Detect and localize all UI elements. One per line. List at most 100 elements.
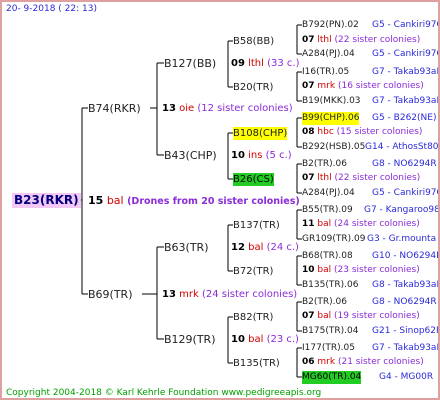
origin-info: G21 - Sinop62R xyxy=(372,326,440,336)
gen-number: 07 xyxy=(302,173,315,183)
queen-b108[interactable]: B108(CHP) xyxy=(233,127,288,140)
queen-b137[interactable]: B137(TR) xyxy=(233,219,280,232)
gen-number: 15 xyxy=(88,194,104,207)
queen-b26[interactable]: B26(CS) xyxy=(233,173,274,186)
queen-l4-12[interactable]: B2(TR).06 xyxy=(302,296,347,309)
drone-info-b82: 07 bal (19 sister colonies) xyxy=(302,310,420,323)
colony-note: (24 c.) xyxy=(266,242,299,253)
origin-info: G8 - NO6294R xyxy=(372,297,437,307)
queen-l4-8[interactable]: B55(TR).09 xyxy=(302,204,353,217)
gen-number: 13 xyxy=(162,103,176,114)
drone-info-b43: 10 ins (5 c.) xyxy=(231,149,292,162)
gen-number: 07 xyxy=(302,311,315,321)
queen-l4-1[interactable]: A284(PJ).04 xyxy=(302,48,355,61)
drone-info-b69: 13 mrk (24 sister colonies) xyxy=(162,288,297,301)
drone-note: (Drones from 20 sister colonies) xyxy=(127,196,300,207)
drone-info-b20: 07 mrk (16 sister colonies) xyxy=(302,80,424,93)
drone-info-b72: 10 bal (23 sister colonies) xyxy=(302,264,420,277)
colony-note: (24 sister colonies) xyxy=(334,219,420,229)
origin-info: G5 - Cankiri97Q xyxy=(372,188,440,198)
origin-info: G5 - Cankiri97Q xyxy=(372,20,440,30)
vial-code: lthl xyxy=(317,173,332,183)
queen-l4-9[interactable]: GR109(TR).09 xyxy=(302,233,366,246)
gen-number: 07 xyxy=(302,81,315,91)
queen-l4-2[interactable]: I16(TR).05 xyxy=(302,66,349,79)
drone-info-b135: 06 mrk (21 sister colonies) xyxy=(302,356,424,369)
pedigree-chart: 20- 9-2018 ( 22: 13) B23(RKR) 15 bal (Dr… xyxy=(0,0,440,400)
origin-info: G8 - NO6294R xyxy=(372,159,437,169)
vial-code: bal xyxy=(248,334,264,345)
vial-code: mrk xyxy=(317,81,336,91)
vial-code: bal xyxy=(317,219,332,229)
queen-l4-10[interactable]: B68(TR).08 xyxy=(302,250,353,263)
queen-l4-4[interactable]: B99(CHP).06 xyxy=(302,112,360,125)
vial-code: ins xyxy=(248,150,263,161)
queen-b127[interactable]: B127(BB) xyxy=(164,57,216,70)
queen-b135[interactable]: B135(TR) xyxy=(233,357,280,370)
vial-code: lthl xyxy=(317,35,332,45)
vial-code: oie xyxy=(179,103,195,114)
queen-b69[interactable]: B69(TR) xyxy=(88,288,133,301)
queen-l4-7[interactable]: A284(PJ).04 xyxy=(302,187,355,200)
vial-code: hbc xyxy=(317,127,334,137)
origin-info: G7 - Takab93aR xyxy=(372,67,440,77)
colony-note: (5 c.) xyxy=(265,150,292,161)
colony-note: (22 sister colonies) xyxy=(334,35,421,45)
colony-note: (21 sister colonies) xyxy=(337,357,424,367)
gen-number: 10 xyxy=(302,265,315,275)
drone-info-b137: 11 bal (24 sister colonies) xyxy=(302,218,420,231)
queen-b20[interactable]: B20(TR) xyxy=(233,81,273,94)
queen-l4-13[interactable]: B175(TR).04 xyxy=(302,325,358,338)
root-drone-info: 15 bal (Drones from 20 sister colonies) xyxy=(88,194,300,208)
origin-info: G7 - Kangaroo98R xyxy=(364,205,440,215)
queen-l4-5[interactable]: B292(HSB).05 xyxy=(302,141,365,154)
colony-note: (12 sister colonies) xyxy=(197,103,293,114)
colony-note: (22 sister colonies) xyxy=(334,173,421,183)
colony-note: (24 sister colonies) xyxy=(201,289,298,300)
copyright-footer: Copyright 2004-2018 © Karl Kehrle Founda… xyxy=(6,388,322,398)
drone-info-b58: 07 lthl (22 sister colonies) xyxy=(302,34,420,47)
origin-info: G5 - Cankiri97Q xyxy=(372,49,440,59)
vial-code: bal xyxy=(317,265,332,275)
gen-number: 06 xyxy=(302,357,315,367)
origin-info: G7 - Takab93aR xyxy=(372,343,440,353)
vial-code: bal xyxy=(106,194,124,207)
queen-l4-15[interactable]: MG60(TR).04 xyxy=(302,371,362,384)
queen-l4-14[interactable]: I177(TR).05 xyxy=(302,342,355,355)
queen-l4-11[interactable]: B135(TR).06 xyxy=(302,279,358,292)
colony-note: (19 sister colonies) xyxy=(334,311,420,321)
drone-info-b129: 10 bal (23 c.) xyxy=(231,333,299,346)
root-queen[interactable]: B23(RKR) xyxy=(12,193,81,208)
vial-code: bal xyxy=(317,311,332,321)
queen-l4-6[interactable]: B2(TR).06 xyxy=(302,158,347,171)
drone-info-b108: 08 hbc (15 sister colonies) xyxy=(302,126,422,139)
origin-info: G5 - B262(NE) xyxy=(372,113,437,123)
vial-code: bal xyxy=(248,242,264,253)
gen-number: 09 xyxy=(231,58,245,69)
vial-code: lthl xyxy=(248,58,264,69)
drone-info-b127: 09 lthl (33 c.) xyxy=(231,57,300,70)
drone-info-b74: 13 oie (12 sister colonies) xyxy=(162,102,293,115)
gen-number: 08 xyxy=(302,127,315,137)
queen-b82[interactable]: B82(TR) xyxy=(233,311,273,324)
colony-note: (33 c.) xyxy=(267,58,300,69)
drone-info-b26: 07 lthl (22 sister colonies) xyxy=(302,172,420,185)
colony-note: (23 sister colonies) xyxy=(334,265,420,275)
queen-b72[interactable]: B72(TR) xyxy=(233,265,273,278)
origin-info: G8 - Takab93aR xyxy=(372,280,440,290)
gen-number: 11 xyxy=(302,219,315,229)
origin-info: G10 - NO6294R xyxy=(372,251,440,261)
queen-l4-0[interactable]: B792(PN).02 xyxy=(302,19,359,32)
colony-note: (16 sister colonies) xyxy=(337,81,424,91)
queen-b74[interactable]: B74(RKR) xyxy=(88,102,141,115)
origin-info: G3 - Gr.mounta xyxy=(367,234,437,244)
origin-info: G7 - Takab93aR xyxy=(372,96,440,106)
queen-b63[interactable]: B63(TR) xyxy=(164,241,209,254)
queen-l4-3[interactable]: B19(MKK).03 xyxy=(302,95,361,108)
queen-b58[interactable]: B58(BB) xyxy=(233,35,274,48)
origin-info: G14 - AthosSt80R xyxy=(365,142,440,152)
date-header: 20- 9-2018 ( 22: 13) xyxy=(6,4,97,14)
queen-b129[interactable]: B129(TR) xyxy=(164,333,216,346)
gen-number: 07 xyxy=(302,35,315,45)
queen-b43[interactable]: B43(CHP) xyxy=(164,149,217,162)
